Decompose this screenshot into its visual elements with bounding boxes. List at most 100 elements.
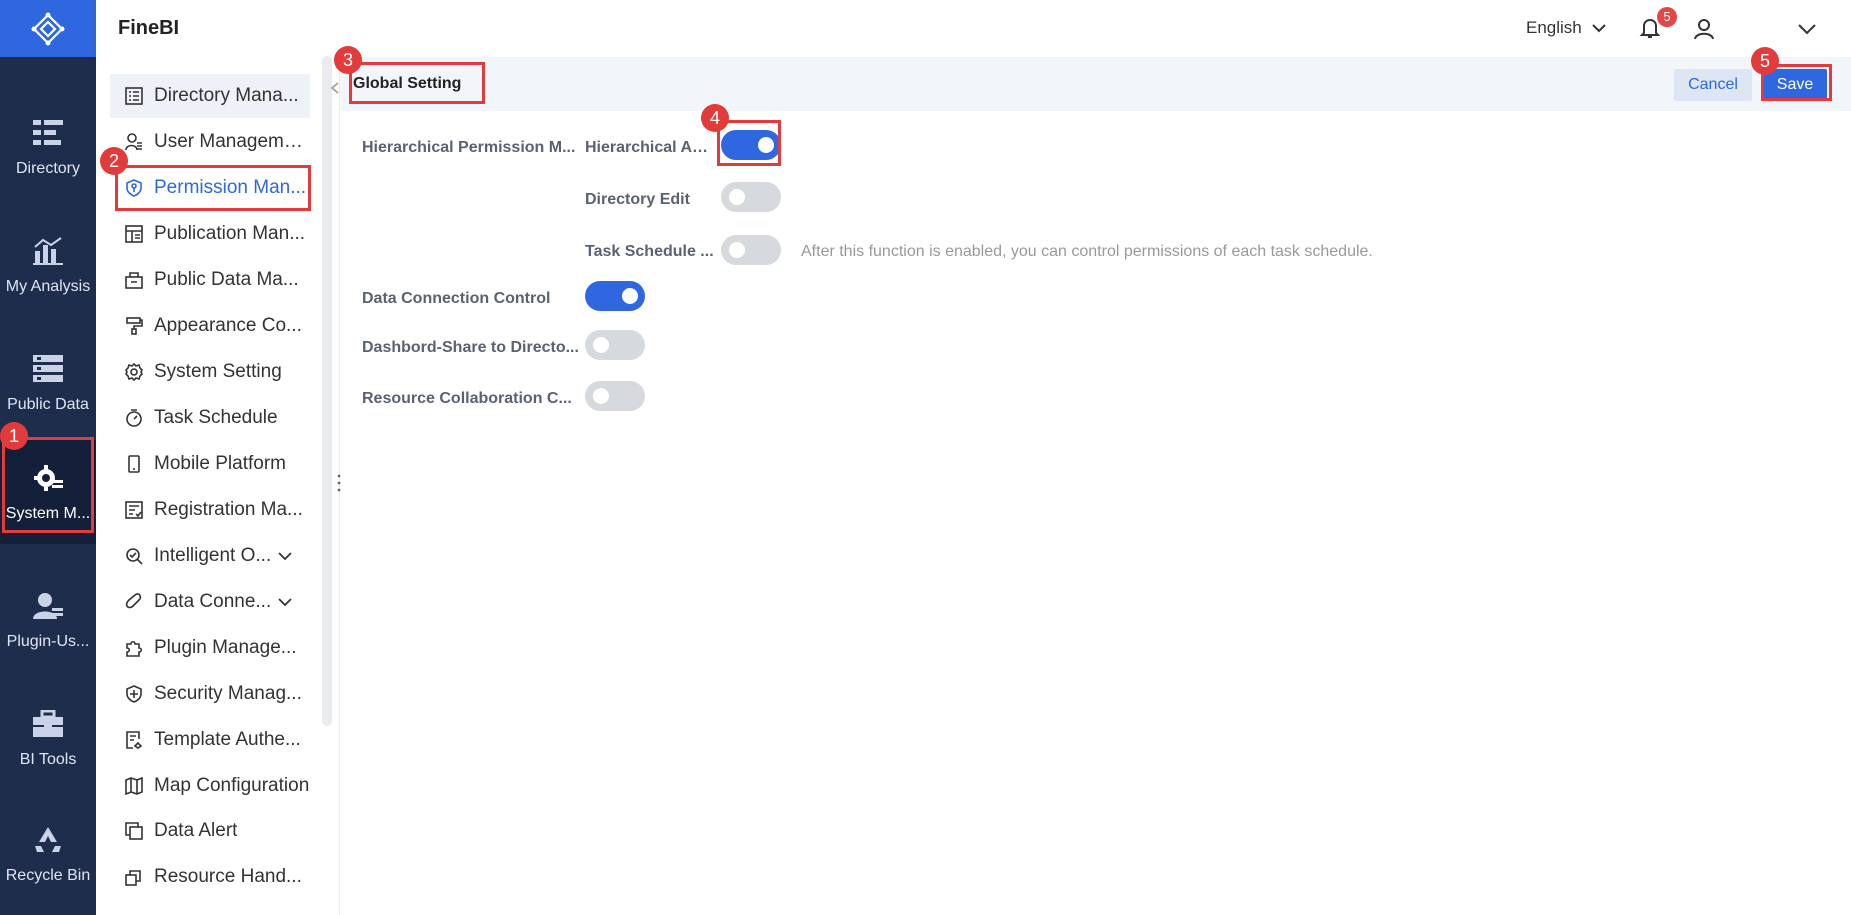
rail-item-plugin-user[interactable]: Plugin-Us... bbox=[0, 568, 96, 672]
directory-edit-label: Directory Edit bbox=[585, 191, 690, 208]
sidebar-item-label: User Management bbox=[154, 131, 310, 152]
logo-icon bbox=[31, 12, 65, 45]
sidebar-item-appearance-configuration[interactable]: Appearance Co... bbox=[110, 304, 310, 348]
sidebar-item-label: Permission Man... bbox=[154, 177, 307, 198]
sidebar-item-template-authentication[interactable]: Template Authe... bbox=[110, 718, 310, 762]
resource-collaboration-label: Resource Collaboration C... bbox=[362, 390, 572, 407]
paint-roller-icon bbox=[124, 316, 144, 336]
content-toolbar: Global Setting Cancel Save bbox=[341, 57, 1851, 111]
sidebar-item-data-alert[interactable]: Data Alert bbox=[110, 809, 310, 853]
recycle-bin-icon bbox=[31, 823, 65, 857]
hierarchical-authorization-toggle[interactable] bbox=[721, 130, 781, 160]
toggle-knob bbox=[593, 388, 609, 404]
dashboard-share-toggle[interactable] bbox=[585, 330, 645, 360]
sidebar-item-label: System Setting bbox=[154, 361, 282, 382]
sidebar-item-plugin-management[interactable]: Plugin Manage... bbox=[110, 626, 310, 670]
paperclip-icon bbox=[124, 592, 144, 612]
left-rail: Directory My Analysis Public Data System… bbox=[0, 0, 96, 915]
sidebar-item-label: Resource Hand... bbox=[154, 866, 302, 887]
data-connection-control-toggle[interactable] bbox=[585, 281, 645, 311]
user-icon bbox=[124, 132, 144, 152]
toggle-knob bbox=[622, 288, 638, 304]
rail-label: My Analysis bbox=[5, 278, 91, 295]
rail-label: Directory bbox=[15, 160, 80, 177]
rail-label: BI Tools bbox=[19, 751, 77, 768]
page-title: Global Setting bbox=[353, 75, 462, 92]
rail-item-public-data[interactable]: Public Data bbox=[0, 331, 96, 435]
rail-label: Recycle Bin bbox=[5, 867, 91, 884]
toggle-knob bbox=[729, 242, 745, 258]
chevron-down-icon bbox=[1592, 24, 1606, 33]
account-menu-chevron-icon[interactable] bbox=[1796, 19, 1818, 39]
resource-icon bbox=[124, 867, 144, 887]
sidebar-item-system-setting[interactable]: System Setting bbox=[110, 350, 310, 394]
sidebar-item-label: Registration Ma... bbox=[154, 499, 303, 520]
sidebar-item-public-data-management[interactable]: Public Data Ma... bbox=[110, 258, 310, 302]
annotation-number-2: 2 bbox=[100, 147, 128, 175]
sidebar-item-security-management[interactable]: Security Manag... bbox=[110, 672, 310, 716]
sidebar-item-label: Data Conne... bbox=[154, 591, 272, 612]
sidebar-item-label: Directory Mana... bbox=[154, 85, 299, 106]
sidebar-item-data-connection[interactable]: Data Conne... bbox=[110, 580, 310, 624]
sidebar-item-user-management[interactable]: User Management bbox=[110, 120, 310, 164]
sidebar-item-mobile-platform[interactable]: Mobile Platform bbox=[110, 442, 310, 486]
collapse-sidebar-icon[interactable] bbox=[328, 78, 342, 98]
task-schedule-label: Task Schedule ... bbox=[585, 243, 714, 260]
directory-icon bbox=[31, 116, 65, 150]
notification-badge: 5 bbox=[1657, 7, 1677, 27]
publication-icon bbox=[124, 224, 144, 244]
template-icon bbox=[124, 730, 144, 750]
resource-collaboration-toggle[interactable] bbox=[585, 381, 645, 411]
sidebar-item-label: Data Alert bbox=[154, 820, 238, 841]
alert-icon bbox=[124, 821, 144, 841]
shield-key-icon bbox=[124, 178, 144, 198]
sidebar-item-publication-management[interactable]: Publication Man... bbox=[110, 212, 310, 256]
rail-item-directory[interactable]: Directory bbox=[0, 95, 96, 199]
sidebar-item-directory-management[interactable]: Directory Mana... bbox=[110, 74, 310, 118]
cancel-button[interactable]: Cancel bbox=[1674, 69, 1752, 101]
toggle-knob bbox=[593, 337, 609, 353]
system-management-sidebar: Directory Mana... User Management Permis… bbox=[96, 57, 340, 915]
sidebar-scrollbar[interactable] bbox=[322, 56, 332, 726]
analysis-icon bbox=[31, 234, 65, 268]
map-icon bbox=[124, 776, 144, 796]
save-button[interactable]: Save bbox=[1763, 69, 1827, 101]
dashboard-share-label: Dashbord-Share to Directo... bbox=[362, 339, 579, 356]
language-selector[interactable]: English bbox=[1526, 18, 1606, 38]
sidebar-item-registration-management[interactable]: Registration Ma... bbox=[110, 488, 310, 532]
shield-icon bbox=[124, 684, 144, 704]
rail-item-recycle-bin[interactable]: Recycle Bin bbox=[0, 802, 96, 906]
data-connection-control-label: Data Connection Control bbox=[362, 290, 551, 307]
puzzle-icon bbox=[124, 638, 144, 658]
rail-label: Public Data bbox=[7, 396, 89, 413]
chevron-down-icon bbox=[278, 598, 292, 607]
annotation-number-3: 3 bbox=[334, 46, 362, 74]
sidebar-item-label: Template Authe... bbox=[154, 729, 301, 750]
hierarchical-permission-label: Hierarchical Permission M... bbox=[362, 139, 576, 156]
sidebar-item-resource-handover[interactable]: Resource Hand... bbox=[110, 855, 310, 899]
user-icon[interactable] bbox=[1692, 17, 1716, 41]
rail-item-bi-tools[interactable]: BI Tools bbox=[0, 686, 96, 790]
plugin-user-icon bbox=[31, 589, 65, 623]
toolbox-icon bbox=[31, 707, 65, 741]
annotation-number-4: 4 bbox=[701, 104, 729, 132]
public-data-icon bbox=[31, 352, 65, 386]
rail-item-system-management[interactable]: System M... bbox=[0, 440, 96, 544]
sidebar-item-map-configuration[interactable]: Map Configuration bbox=[110, 764, 310, 808]
app-logo[interactable] bbox=[0, 0, 96, 57]
list-icon bbox=[124, 86, 144, 106]
directory-edit-toggle[interactable] bbox=[721, 182, 781, 212]
sidebar-item-intelligent-ops[interactable]: Intelligent O... bbox=[110, 534, 310, 578]
sidebar-item-label: Mobile Platform bbox=[154, 453, 286, 474]
database-icon bbox=[124, 270, 144, 290]
annotation-number-5: 5 bbox=[1751, 47, 1779, 75]
sidebar-item-task-schedule[interactable]: Task Schedule bbox=[110, 396, 310, 440]
sidebar-item-label: Plugin Manage... bbox=[154, 637, 297, 658]
system-management-icon bbox=[31, 461, 65, 495]
toggle-knob bbox=[729, 189, 745, 205]
sidebar-item-permission-management[interactable]: Permission Man... bbox=[110, 166, 310, 210]
hierarchical-authorization-label: Hierarchical Au... bbox=[585, 139, 715, 156]
task-schedule-toggle[interactable] bbox=[721, 235, 781, 265]
rail-item-my-analysis[interactable]: My Analysis bbox=[0, 213, 96, 317]
annotation-number-1: 1 bbox=[0, 422, 28, 450]
